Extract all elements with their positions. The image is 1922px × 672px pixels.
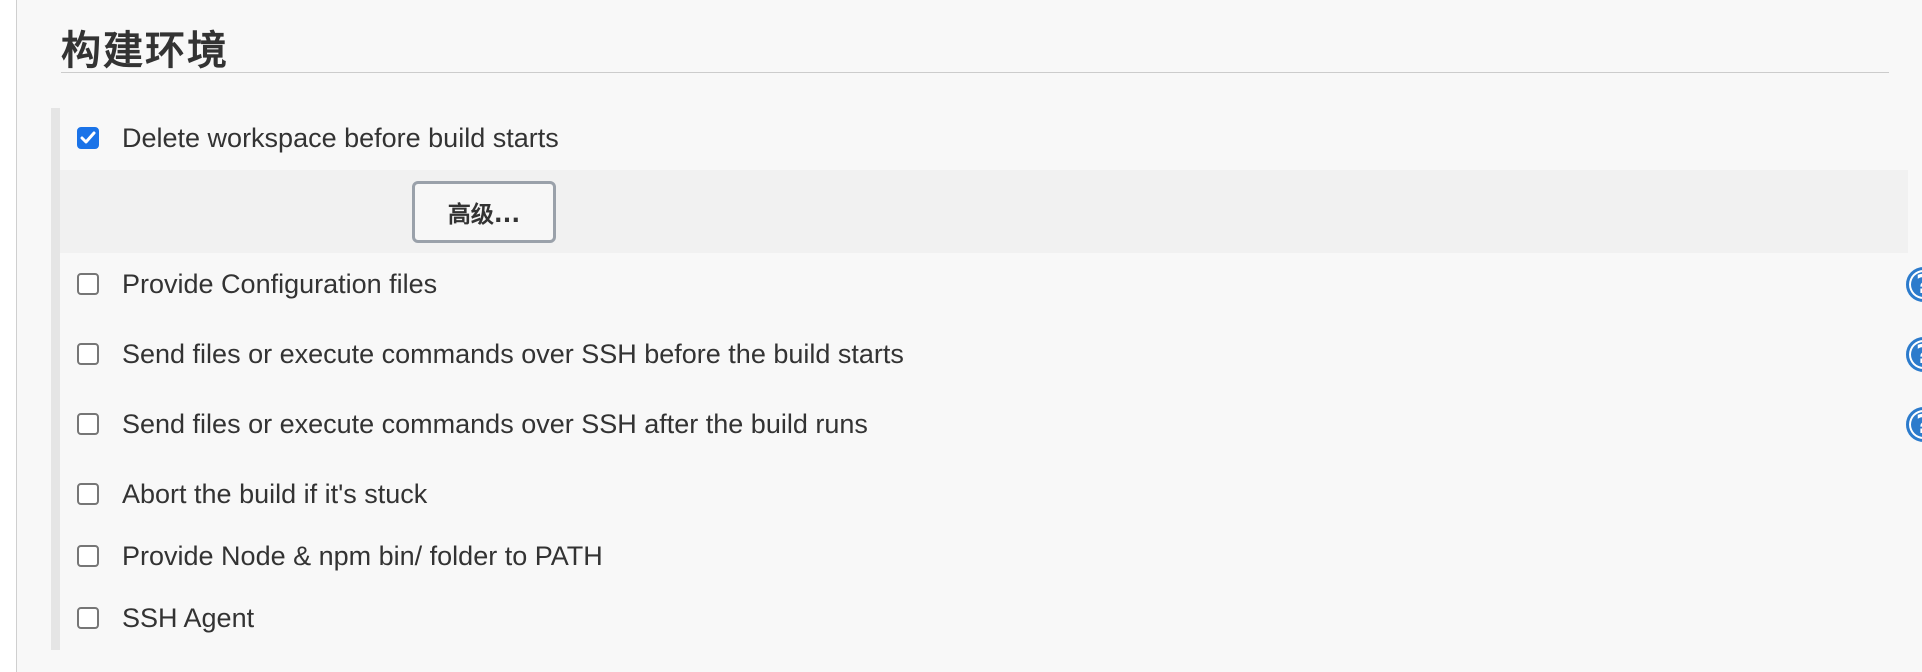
help-icon[interactable]: ? <box>1906 407 1922 442</box>
options-list: Delete workspace before build starts 高级.… <box>51 108 1922 650</box>
advanced-button[interactable]: 高级... <box>412 181 556 243</box>
option-label: Send files or execute commands over SSH … <box>122 338 904 369</box>
checkbox-ssh-after-build[interactable] <box>77 413 99 435</box>
option-provide-configuration-files[interactable]: Provide Configuration files <box>77 264 437 304</box>
checkmark-icon <box>80 131 96 144</box>
checkbox-ssh-before-build[interactable] <box>77 343 99 365</box>
option-label: Send files or execute commands over SSH … <box>122 408 868 439</box>
option-label: Delete workspace before build starts <box>122 122 559 153</box>
checkbox-provide-configuration-files[interactable] <box>77 273 99 295</box>
advanced-options-bar: 高级... <box>60 170 1908 253</box>
option-abort-if-stuck[interactable]: Abort the build if it's stuck <box>77 474 427 514</box>
help-icon[interactable]: ? <box>1906 267 1922 302</box>
option-ssh-agent[interactable]: SSH Agent <box>77 598 254 638</box>
checkbox-delete-workspace[interactable] <box>77 127 99 149</box>
build-environment-panel: 构建环境 Delete workspace before build start… <box>16 0 1922 672</box>
option-ssh-after-build[interactable]: Send files or execute commands over SSH … <box>77 404 868 444</box>
option-delete-workspace[interactable]: Delete workspace before build starts <box>77 118 559 158</box>
option-label: SSH Agent <box>122 602 255 633</box>
option-provide-node-npm[interactable]: Provide Node & npm bin/ folder to PATH <box>77 536 603 576</box>
checkbox-provide-node-npm[interactable] <box>77 545 99 567</box>
section-title: 构建环境 <box>61 28 229 74</box>
checkbox-ssh-agent[interactable] <box>77 607 99 629</box>
help-icon[interactable]: ? <box>1906 337 1922 372</box>
option-label: Provide Configuration files <box>122 268 438 299</box>
option-ssh-before-build[interactable]: Send files or execute commands over SSH … <box>77 334 904 374</box>
title-divider <box>61 72 1889 73</box>
option-label: Provide Node & npm bin/ folder to PATH <box>122 540 603 571</box>
option-label: Abort the build if it's stuck <box>122 478 428 509</box>
checkbox-abort-if-stuck[interactable] <box>77 483 99 505</box>
